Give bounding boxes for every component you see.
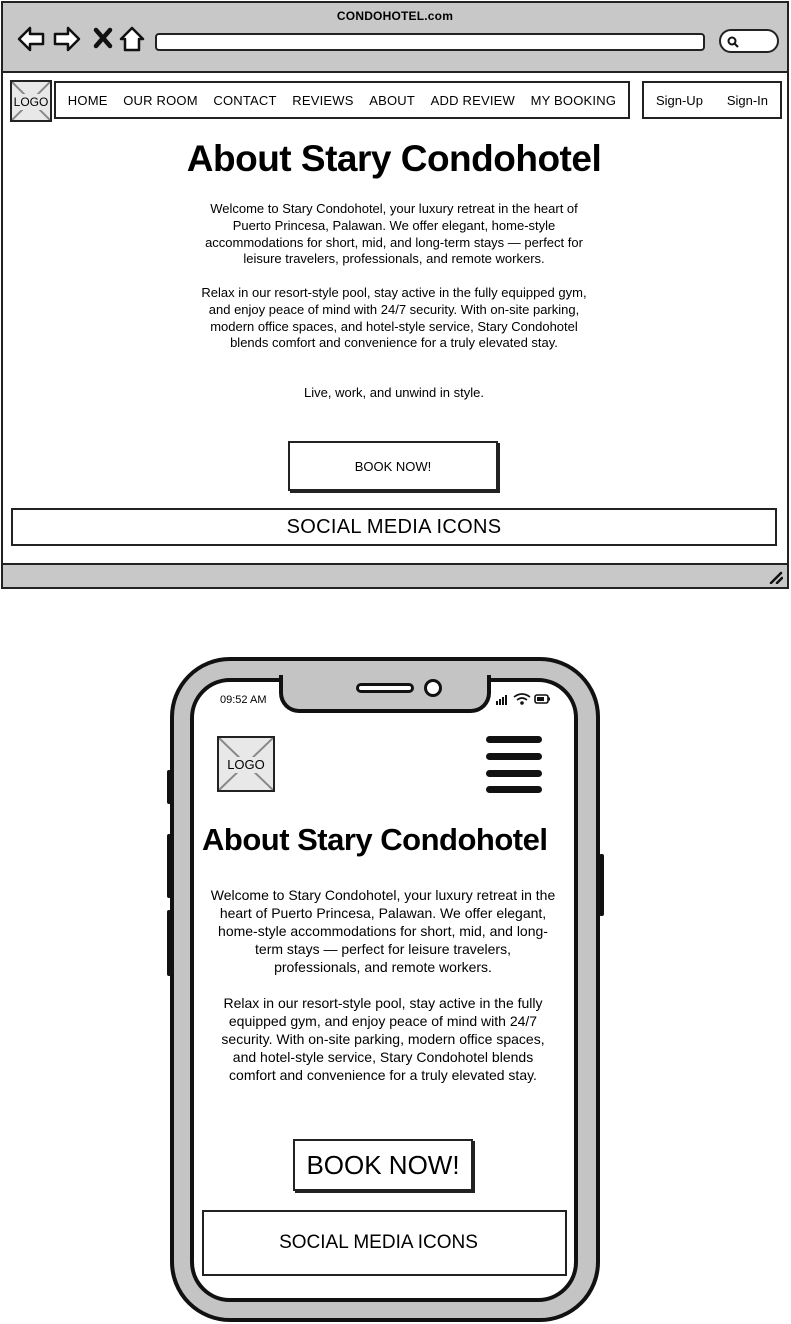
nav-item-our-room[interactable]: OUR ROOM — [123, 93, 198, 108]
browser-title: CONDOHOTEL.com — [336, 9, 454, 23]
mobile-logo[interactable]: LOGO — [217, 736, 275, 792]
resize-grip-icon[interactable] — [767, 570, 783, 584]
home-icon[interactable] — [118, 25, 146, 53]
logo-label: LOGO — [12, 94, 50, 110]
status-time: 09:52 AM — [220, 694, 267, 706]
book-now-button[interactable]: BOOK NOW! — [288, 441, 498, 491]
nav-item-about[interactable]: ABOUT — [369, 93, 415, 108]
battery-icon — [534, 694, 550, 704]
social-media-icons-placeholder: SOCIAL MEDIA ICONS — [11, 508, 777, 546]
nav-item-home[interactable]: HOME — [68, 93, 108, 108]
browser-status-bar — [3, 563, 787, 587]
phone-volume-down-button — [167, 910, 172, 976]
mobile-about-paragraph-1: Welcome to Stary Condohotel, your luxury… — [210, 887, 556, 975]
about-paragraph-3: Live, work, and unwind in style. — [304, 385, 484, 400]
phone-mute-button — [167, 770, 172, 804]
wifi-icon — [513, 693, 531, 705]
nav-item-reviews[interactable]: REVIEWS — [292, 93, 353, 108]
phone-volume-up-button — [167, 834, 172, 898]
forward-arrow-icon[interactable] — [53, 25, 81, 53]
sign-up-link[interactable]: Sign-Up — [656, 93, 703, 108]
phone-notch — [279, 675, 491, 713]
nav-item-add-review[interactable]: ADD REVIEW — [431, 93, 515, 108]
hamburger-menu-icon[interactable] — [486, 736, 542, 794]
sign-in-link[interactable]: Sign-In — [727, 93, 768, 108]
phone-camera — [424, 679, 442, 697]
nav-item-my-booking[interactable]: MY BOOKING — [531, 93, 617, 108]
browser-toolbar: CONDOHOTEL.com — [3, 3, 787, 73]
desktop-logo[interactable]: LOGO — [10, 80, 52, 122]
main-navigation: HOME OUR ROOM CONTACT REVIEWS ABOUT ADD … — [54, 81, 630, 119]
close-x-icon[interactable] — [91, 25, 119, 53]
back-arrow-icon[interactable] — [17, 25, 45, 53]
nav-item-contact[interactable]: CONTACT — [213, 93, 276, 108]
mobile-book-now-button[interactable]: BOOK NOW! — [293, 1139, 473, 1191]
about-paragraph-1: Welcome to Stary Condohotel, your luxury… — [205, 201, 583, 267]
phone-speaker — [356, 683, 414, 693]
signal-icon — [496, 695, 507, 705]
about-paragraph-2: Relax in our resort-style pool, stay act… — [201, 285, 587, 351]
search-icon — [727, 36, 739, 48]
mobile-social-media-icons-placeholder: SOCIAL MEDIA ICONS — [202, 1210, 567, 1276]
status-icons — [496, 693, 550, 705]
logo-label: LOGO — [219, 757, 273, 773]
auth-links: Sign-Up Sign-In — [642, 81, 782, 119]
mobile-page-title: About Stary Condohotel — [202, 822, 548, 857]
mobile-about-paragraph-2: Relax in our resort-style pool, stay act… — [221, 995, 545, 1083]
browser-search-field[interactable] — [719, 29, 779, 53]
address-bar[interactable] — [155, 33, 705, 51]
phone-power-button — [599, 854, 604, 916]
page-title: About Stary Condohotel — [186, 138, 602, 179]
